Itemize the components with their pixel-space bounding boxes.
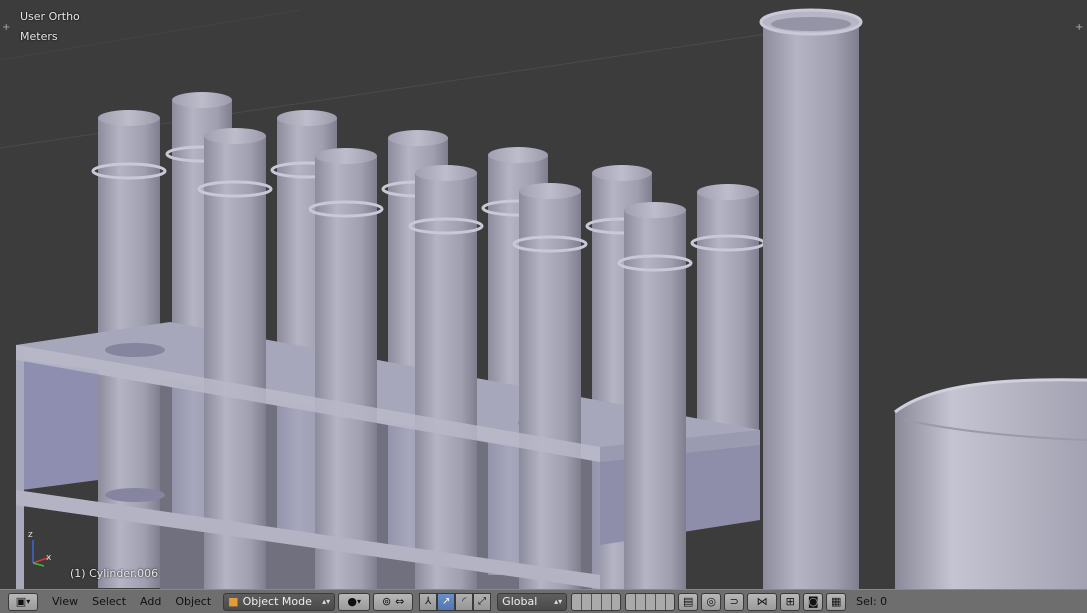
cube-icon: ▣ [15, 595, 27, 608]
active-object-label: (1) Cylinder.006 [70, 567, 159, 580]
chevron-updown-icon: ▴▾ [554, 597, 563, 606]
menu-select[interactable]: Select [92, 595, 126, 608]
scene-render: z x [0, 8, 1087, 589]
layers-grid-b[interactable] [625, 592, 676, 611]
menu-view[interactable]: View [52, 595, 78, 608]
solid-sphere-icon: ● [347, 595, 357, 608]
3d-viewport[interactable]: z x User Ortho Meters (1) Cylinder.006 +… [0, 0, 1087, 589]
view-label: User Ortho [20, 10, 80, 23]
svg-text:x: x [46, 553, 52, 563]
beaker [894, 378, 1087, 589]
orientation-label: Global [502, 595, 538, 608]
proportional-edit-icon[interactable]: ◎ [701, 592, 722, 611]
viewport-header: ▣ ▾ View Select Add Object ■ Object Mode … [0, 589, 1087, 613]
region-plus-icon[interactable]: + [2, 22, 10, 33]
mode-label: Object Mode [242, 595, 312, 608]
shading-dropdown[interactable]: ● ▾ [338, 592, 371, 611]
menu-object[interactable]: Object [175, 595, 211, 608]
svg-text:z: z [28, 530, 33, 540]
menu-add[interactable]: Add [140, 595, 161, 608]
snap-target-icon[interactable]: ⊞ [780, 592, 801, 611]
pivot-point-icon: ⊚ [381, 595, 392, 608]
region-plus-icon[interactable]: + [1075, 22, 1083, 33]
axis-gizmo: z x [28, 530, 52, 567]
manipulator-group: ⅄ ↗ ◜ ⤢ [419, 592, 492, 611]
lock-layers-icon[interactable]: ▤ [678, 592, 699, 611]
editor-type-button[interactable]: ▣ ▾ [8, 592, 38, 611]
translate-arrow-icon[interactable]: ↗ [437, 592, 456, 611]
scale-arrow-icon[interactable]: ⤢ [473, 592, 492, 611]
manipulator-axes-icon[interactable]: ⅄ [419, 592, 438, 611]
sync-arrows-icon: ⇔ [395, 595, 405, 608]
orientation-dropdown[interactable]: Global ▴▾ [497, 592, 568, 611]
snap-element-icon[interactable]: ⋈ [747, 592, 778, 611]
units-label: Meters [20, 30, 58, 43]
clapper-icon[interactable]: ▦ [826, 592, 847, 611]
magnet-icon[interactable]: ⊃ [724, 592, 745, 611]
mode-dropdown[interactable]: ■ Object Mode ▴▾ [223, 592, 336, 611]
selection-status: Sel: 0 [856, 595, 888, 608]
layers-grid-a[interactable] [571, 592, 622, 611]
orange-cube-icon: ■ [228, 595, 239, 608]
tall-cylinder [759, 8, 863, 589]
rotate-arc-icon[interactable]: ◜ [455, 592, 474, 611]
chevron-updown-icon: ▴▾ [322, 597, 331, 606]
pivot-dropdown[interactable]: ⊚ ⇔ [373, 592, 414, 611]
camera-icon[interactable]: ◙ [803, 592, 824, 611]
